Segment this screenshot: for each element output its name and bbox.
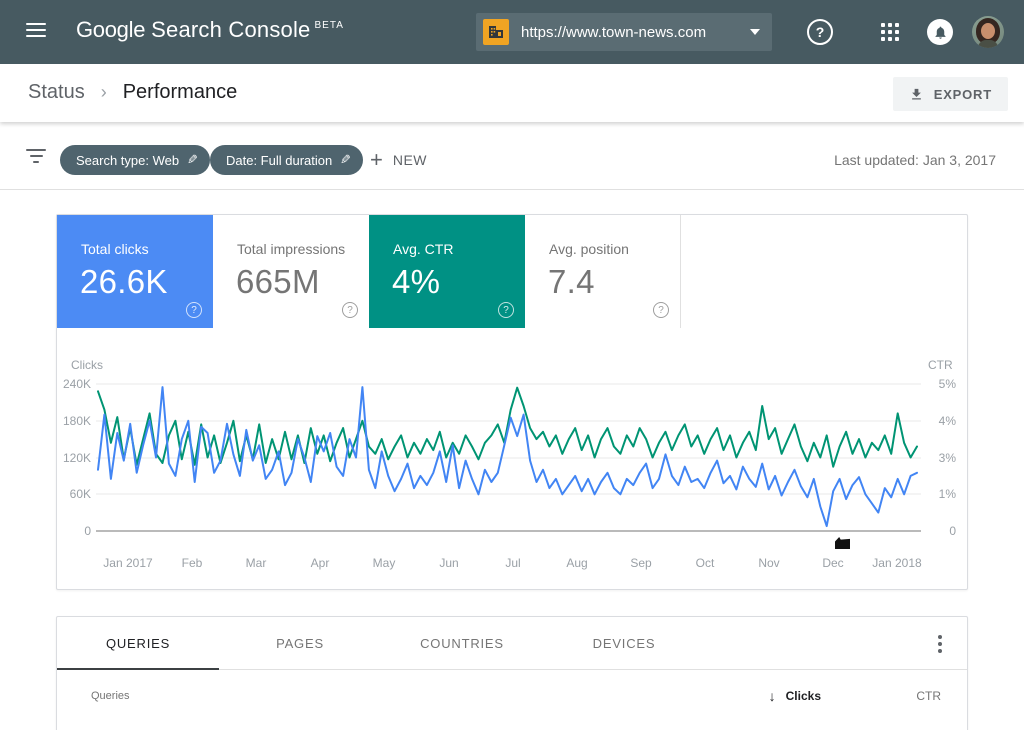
- logo-product-text: Search Console: [151, 17, 310, 42]
- page-header: Status › Performance EXPORT: [0, 64, 1024, 122]
- page-title: Performance: [123, 81, 238, 104]
- logo-google-text: Google: [76, 17, 145, 42]
- chevron-down-icon: [750, 29, 760, 35]
- breadcrumb-separator: ›: [101, 82, 107, 103]
- clicks-line-series: [98, 387, 917, 526]
- tab-devices[interactable]: DEVICES: [543, 617, 705, 670]
- filter-bar: Search type: Web ✎ Date: Full duration ✎…: [0, 122, 1024, 190]
- export-button[interactable]: EXPORT: [893, 77, 1008, 111]
- edit-pencil-icon: ✎: [340, 152, 351, 168]
- logo-beta-badge: BETA: [315, 20, 344, 31]
- last-updated-text: Last updated: Jan 3, 2017: [834, 152, 996, 168]
- export-button-label: EXPORT: [934, 87, 992, 102]
- download-icon: [909, 87, 924, 102]
- filter-chip-date[interactable]: Date: Full duration ✎: [210, 145, 363, 175]
- tab-pages[interactable]: PAGES: [219, 617, 381, 670]
- dimensions-table-card: QUERIES PAGES COUNTRIES DEVICES Queries …: [56, 616, 968, 730]
- notifications-bell-icon[interactable]: [927, 19, 953, 45]
- app-bar: GoogleSearch ConsoleBETA https://www.tow…: [0, 0, 1024, 64]
- breadcrumb-status-link[interactable]: Status: [28, 81, 85, 104]
- property-url: https://www.town-news.com: [521, 24, 750, 41]
- user-avatar[interactable]: [972, 16, 1004, 48]
- apps-grid-icon[interactable]: [879, 21, 901, 43]
- filter-chip-search-type-label: Search type: Web: [76, 153, 179, 168]
- help-icon[interactable]: ?: [807, 19, 833, 45]
- more-options-icon[interactable]: [931, 634, 949, 654]
- sort-arrow-icon: ↓: [769, 688, 776, 704]
- performance-chart-card: Total clicks 26.6K ? Total impressions 6…: [56, 214, 968, 590]
- column-header-clicks[interactable]: ↓ Clicks: [769, 688, 821, 704]
- new-filter-label: NEW: [393, 152, 427, 168]
- table-header-row: Queries ↓ Clicks CTR: [57, 670, 967, 723]
- filter-chip-search-type[interactable]: Search type: Web ✎: [60, 145, 210, 175]
- filter-chip-date-label: Date: Full duration: [226, 153, 332, 168]
- new-filter-button[interactable]: + NEW: [370, 145, 427, 175]
- app-logo: GoogleSearch ConsoleBETA: [76, 17, 340, 43]
- breadcrumb: Status › Performance: [28, 81, 237, 104]
- dimension-tabs: QUERIES PAGES COUNTRIES DEVICES: [57, 617, 967, 670]
- column-header-queries[interactable]: Queries: [91, 690, 130, 702]
- plus-icon: +: [370, 149, 383, 171]
- domain-icon: [483, 19, 509, 45]
- tab-countries[interactable]: COUNTRIES: [381, 617, 543, 670]
- filter-icon[interactable]: [26, 149, 46, 163]
- tab-queries[interactable]: QUERIES: [57, 617, 219, 670]
- menu-icon[interactable]: [26, 23, 46, 39]
- column-header-clicks-label: Clicks: [786, 689, 821, 703]
- property-selector[interactable]: https://www.town-news.com: [476, 13, 772, 51]
- search-console-performance-page: GoogleSearch ConsoleBETA https://www.tow…: [0, 0, 1024, 730]
- column-header-ctr[interactable]: CTR: [916, 689, 941, 703]
- performance-line-chart[interactable]: [57, 215, 967, 589]
- edit-pencil-icon: ✎: [187, 152, 198, 168]
